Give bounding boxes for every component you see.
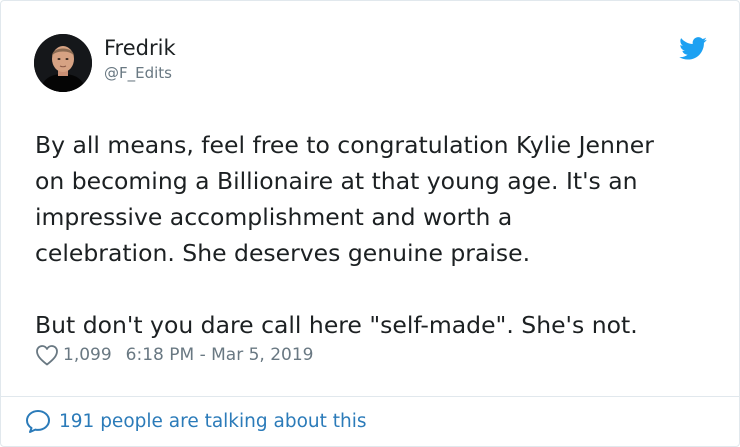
like-count[interactable]: 1,099: [63, 345, 112, 365]
tweet-paragraph-2: But don't you dare call here "self-made"…: [35, 311, 638, 339]
tweet-card: Fredrik @F_Edits By all means, feel free…: [0, 0, 740, 447]
tweet-paragraph-1: By all means, feel free to congratulatio…: [35, 131, 654, 267]
talking-about-link[interactable]: 191 people are talking about this: [25, 407, 367, 435]
avatar-photo: [34, 34, 92, 92]
divider: [1, 396, 739, 397]
speech-bubble-icon: [26, 410, 50, 433]
twitter-bird-icon[interactable]: [679, 37, 707, 60]
tweet-timestamp[interactable]: 6:18 PM - Mar 5, 2019: [126, 345, 314, 365]
tweet-meta: 1,099 6:18 PM - Mar 5, 2019: [35, 342, 313, 368]
avatar[interactable]: [34, 34, 92, 92]
user-display-name[interactable]: Fredrik: [104, 35, 176, 61]
tweet-body: By all means, feel free to congratulatio…: [35, 127, 725, 343]
heart-icon[interactable]: [35, 344, 59, 366]
talking-about-text: 191 people are talking about this: [59, 410, 367, 432]
user-handle[interactable]: @F_Edits: [104, 63, 172, 83]
